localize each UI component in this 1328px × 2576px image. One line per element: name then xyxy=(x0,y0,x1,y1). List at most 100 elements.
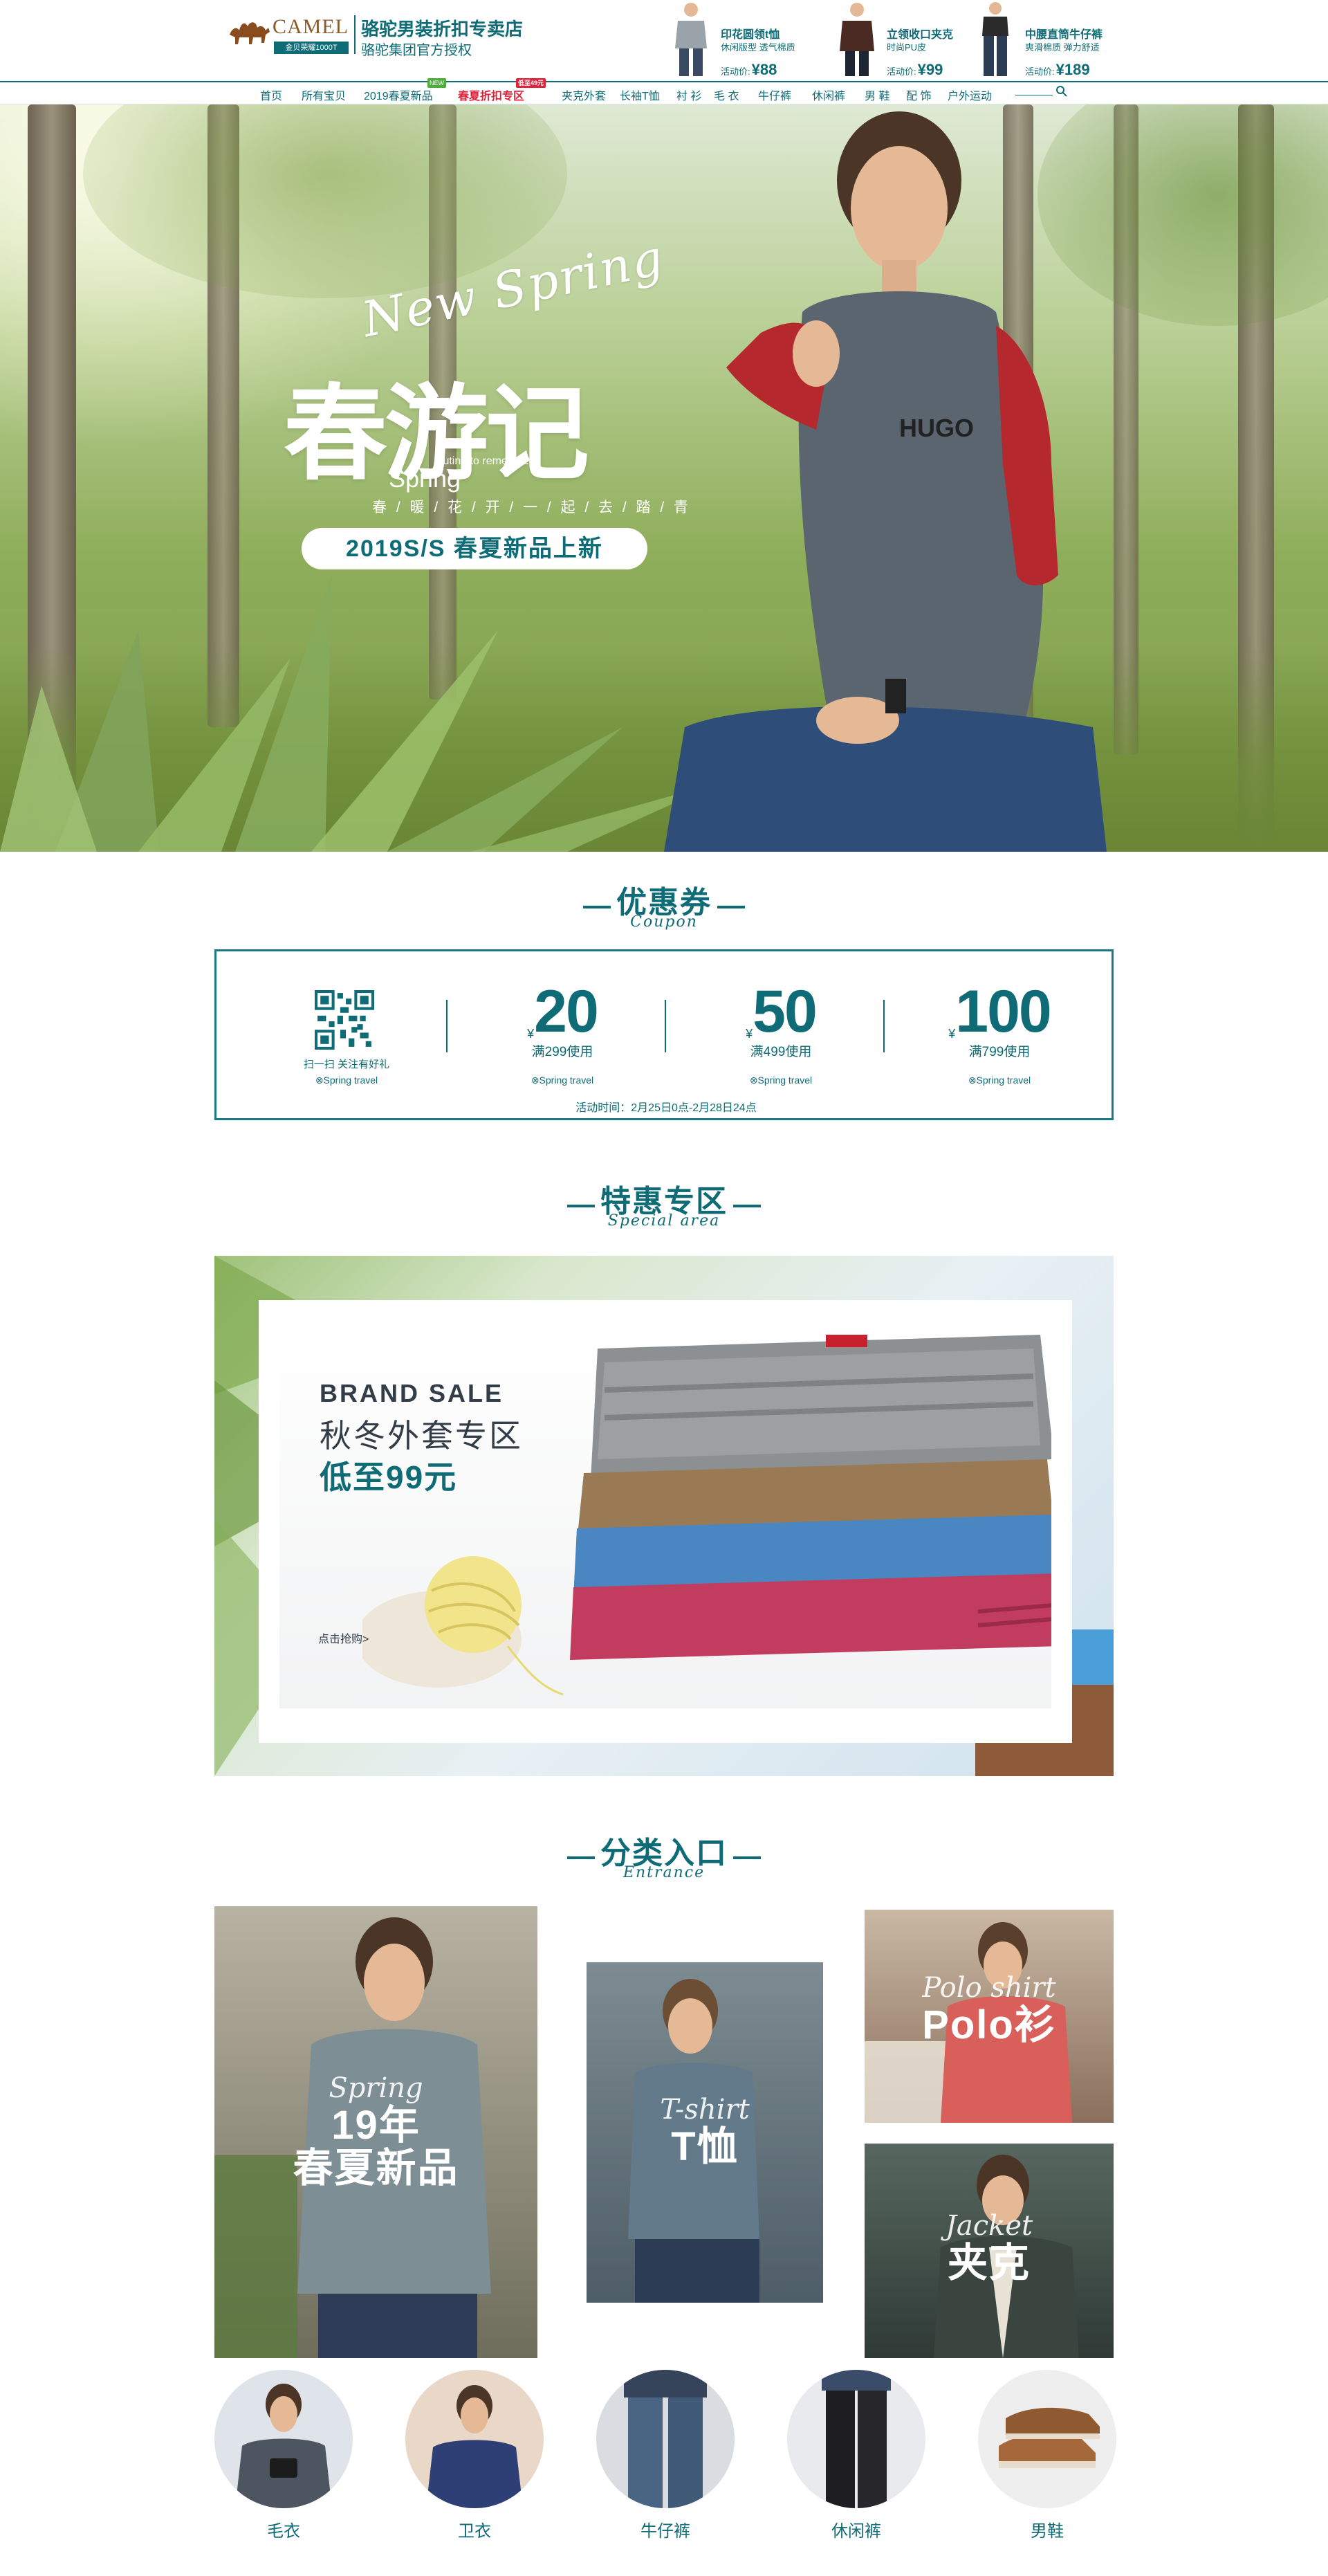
header-product-price: 活动价:¥88 xyxy=(721,61,777,78)
nav-item-new[interactable]: 2019春夏新品 NEW xyxy=(364,78,446,103)
special-banner[interactable]: BRAND SALE 秋冬外套专区 低至99元 点击抢购> xyxy=(214,1256,1114,1776)
search-icon[interactable] xyxy=(1055,85,1068,98)
hero-new-arrivals-pill[interactable]: 2019S/S 春夏新品上新 xyxy=(302,528,647,569)
special-headline: 秋冬外套专区 xyxy=(320,1418,523,1454)
category-card-label: Polo shirt Polo衫 xyxy=(922,1972,1056,2047)
hero-spring-word: Spring xyxy=(389,464,461,493)
header-product-desc: 休闲版型 透气棉质 xyxy=(721,42,795,53)
main-nav: 首页 所有宝贝 2019春夏新品 NEW 春夏折扣专区 低至49元 夹克外套 长… xyxy=(0,78,1328,104)
tshirt-model-image xyxy=(675,3,707,76)
folded-sweaters-image xyxy=(570,1335,1051,1660)
hoodie-model-image xyxy=(426,2385,523,2508)
nav-item-accessories[interactable]: 配 饰 xyxy=(906,86,931,103)
jeans-model-image xyxy=(982,2,1008,76)
qr-code-icon[interactable] xyxy=(315,990,374,1050)
coupon-condition: 满499使用 xyxy=(750,1045,812,1059)
nav-item-shirts[interactable]: 衬 衫 xyxy=(676,86,701,103)
coupon-100[interactable]: ¥100 满799使用 xyxy=(930,982,1069,1060)
round-item-shoes[interactable] xyxy=(978,2370,1116,2508)
shoes-image xyxy=(999,2407,1100,2468)
round-label-casual-pants: 休闲裤 xyxy=(831,2522,881,2541)
coupon-value: 100 xyxy=(955,978,1051,1045)
entrance-section-title-en: Entrance xyxy=(622,1864,706,1881)
category-card-tshirt[interactable]: T-shirt T恤 xyxy=(587,1962,823,2303)
camel-logo[interactable]: CAMEL 金贝荣耀1000T xyxy=(225,11,350,55)
round-item-casual-pants[interactable] xyxy=(787,2370,925,2508)
coupon-divider xyxy=(883,1000,885,1052)
store-header: CAMEL 金贝荣耀1000T 骆驼男装折扣专卖店 骆驼集团官方授权 印花圆领t… xyxy=(0,0,1328,82)
coupon-value: 20 xyxy=(534,978,599,1045)
svg-text:HUGO: HUGO xyxy=(899,414,974,442)
buy-now-link[interactable]: 点击抢购> xyxy=(318,1629,369,1646)
nav-item-all[interactable]: 所有宝贝 xyxy=(302,86,346,103)
header-product-jacket[interactable]: 立领收口夹克 时尚PU皮 活动价:¥99 xyxy=(834,0,972,78)
spring-note: ⊗Spring travel xyxy=(749,1075,813,1086)
nav-item-outdoor[interactable]: 户外运动 xyxy=(948,86,992,103)
qr-caption: 扫一扫 关注有好礼 xyxy=(303,1059,390,1070)
header-divider xyxy=(354,15,356,54)
coupon-panel: 扫一扫 关注有好礼 ⊗Spring travel ¥20 满299使用 ⊗Spr… xyxy=(214,949,1114,1120)
nav-item-longsleeve[interactable]: 长袖T恤 xyxy=(620,86,660,103)
round-label-hoodie: 卫衣 xyxy=(458,2522,491,2541)
coupon-section-title: 优惠券 Coupon xyxy=(0,877,1328,931)
round-label-jeans: 牛仔裤 xyxy=(640,2522,690,2541)
logo-wordmark: CAMEL xyxy=(273,15,349,38)
header-product-title: 中腰直筒牛仔裤 xyxy=(1025,29,1103,41)
nav-item-jeans[interactable]: 牛仔裤 xyxy=(758,86,791,103)
coupon-20[interactable]: ¥20 满299使用 xyxy=(493,982,631,1060)
header-product-title: 印花圆领t恤 xyxy=(721,29,780,41)
yarn-ball-image xyxy=(362,1556,563,1696)
nav-item-shoes[interactable]: 男 鞋 xyxy=(865,86,889,103)
spring-note: ⊗Spring travel xyxy=(531,1075,594,1086)
coupon-50[interactable]: ¥50 满499使用 xyxy=(712,982,850,1060)
new-badge: NEW xyxy=(427,78,446,88)
sale-badge: 低至49元 xyxy=(516,78,546,88)
hero-banner[interactable]: HUGO New Spring 春游记 Outing to remember S… xyxy=(0,104,1328,852)
coupon-section-title-en: Coupon xyxy=(630,913,698,931)
sweater-model-image xyxy=(235,2384,332,2508)
nav-item-sale[interactable]: 春夏折扣专区 低至49元 xyxy=(458,78,546,103)
entrance-section-title: 分类入口 Entrance xyxy=(0,1828,1328,1881)
category-card-label: Spring 19年 春夏新品 xyxy=(293,2072,459,2191)
hero-subtitle: 春 / 暖 / 花 / 开 / 一 / 起 / 去 / 踏 / 青 xyxy=(372,500,692,515)
header-product-jeans[interactable]: 中腰直筒牛仔裤 爽滑棉质 弹力舒适 活动价:¥189 xyxy=(972,0,1111,78)
special-price: 低至99元 xyxy=(320,1459,458,1495)
brand-sale-text: BRAND SALE xyxy=(320,1379,504,1407)
logo-subtitle: 金贝荣耀1000T xyxy=(274,42,349,54)
category-card-polo[interactable]: Polo shirt Polo衫 xyxy=(865,1910,1114,2123)
nav-item-casual-pants[interactable]: 休闲裤 xyxy=(812,86,845,103)
category-card-label: T-shirt T恤 xyxy=(660,2094,750,2169)
coupon-value: 50 xyxy=(753,978,818,1045)
coupon-divider xyxy=(446,1000,448,1052)
header-product-desc: 爽滑棉质 弹力舒适 xyxy=(1025,42,1100,53)
casual-pants-image xyxy=(822,2370,891,2508)
nav-item-sweaters[interactable]: 毛 衣 xyxy=(714,86,739,103)
special-inner: BRAND SALE 秋冬外套专区 低至99元 点击抢购> xyxy=(279,1321,1051,1708)
spring-note: ⊗Spring travel xyxy=(968,1075,1031,1086)
category-card-jacket[interactable]: Jacket 夹克 xyxy=(865,2144,1114,2358)
nav-item-home[interactable]: 首页 xyxy=(260,86,282,103)
category-card-label: Jacket 夹克 xyxy=(945,2210,1033,2285)
nav-item-jackets[interactable]: 夹克外套 xyxy=(562,86,606,103)
round-item-jeans[interactable] xyxy=(596,2370,735,2508)
coupon-divider xyxy=(665,1000,666,1052)
store-name: 骆驼男装折扣专卖店 xyxy=(361,19,524,39)
jacket-model-image xyxy=(840,3,874,76)
jeans-image xyxy=(624,2370,707,2508)
coupon-condition: 满299使用 xyxy=(531,1045,593,1059)
header-product-tshirt[interactable]: 印花圆领t恤 休闲版型 透气棉质 活动价:¥88 xyxy=(668,0,806,78)
store-subtitle: 骆驼集团官方授权 xyxy=(361,43,472,58)
special-section-title-en: Special area xyxy=(607,1212,721,1230)
header-product-price: 活动价:¥99 xyxy=(887,61,943,78)
header-product-title: 立领收口夹克 xyxy=(887,29,954,41)
special-frame: BRAND SALE 秋冬外套专区 低至99元 点击抢购> xyxy=(259,1300,1072,1743)
category-card-new[interactable]: Spring 19年 春夏新品 xyxy=(214,1906,537,2358)
camel-icon xyxy=(230,22,270,44)
round-label-shoes: 男鞋 xyxy=(1031,2522,1064,2541)
special-section-title: 特惠专区 Special area xyxy=(0,1176,1328,1230)
round-item-hoodie[interactable] xyxy=(405,2370,544,2508)
coupon-time: 活动时间：2月25日0点-2月28日24点 xyxy=(575,1102,757,1114)
header-product-price: 活动价:¥189 xyxy=(1025,61,1090,78)
round-item-sweater[interactable] xyxy=(214,2370,353,2508)
header-product-desc: 时尚PU皮 xyxy=(887,42,927,53)
